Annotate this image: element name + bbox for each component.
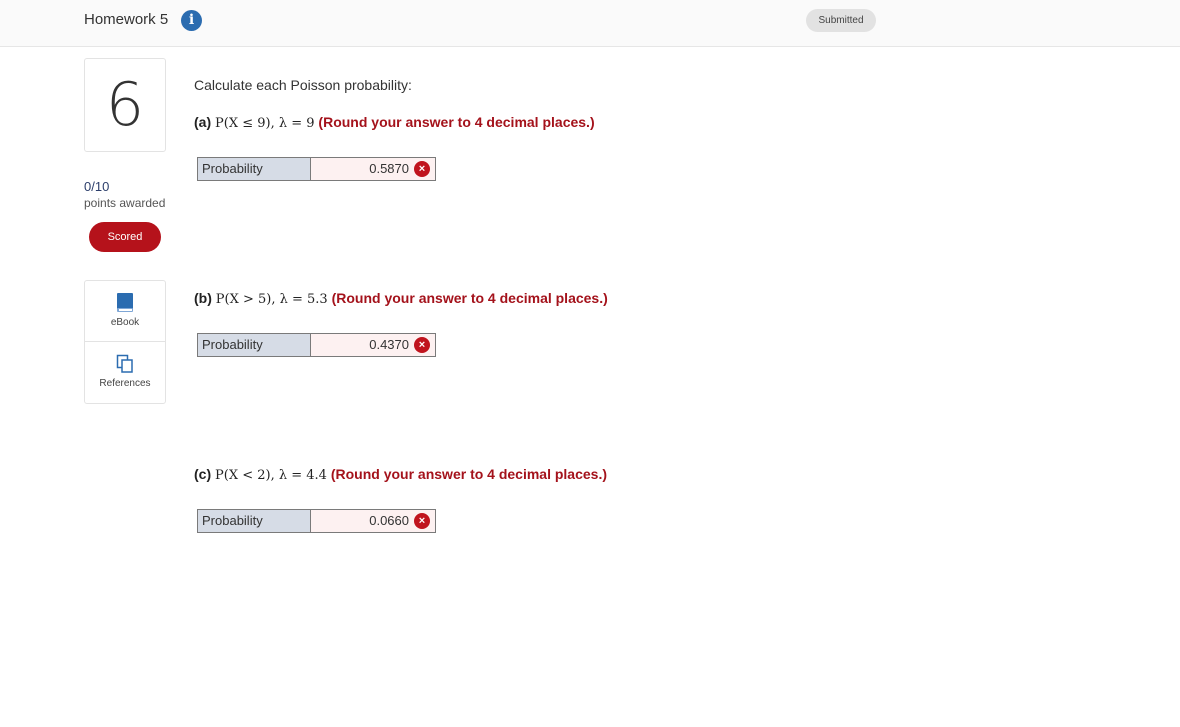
tools-panel: eBook References (84, 280, 166, 404)
part-c-answer-value: 0.0660 (369, 513, 409, 528)
assignment-title: Homework 5 (84, 11, 169, 28)
part-c-hint: (Round your answer to 4 decimal places.) (330, 466, 608, 482)
scored-button[interactable]: Scored (89, 222, 161, 252)
part-c-expression: P(X < 2), λ = 4.4 (215, 468, 327, 483)
part-b-answer-input[interactable]: 0.4370 × (311, 334, 435, 356)
book-icon (117, 293, 133, 312)
score-value: 0/10 (84, 179, 110, 194)
part-a-letter: (a) (194, 114, 212, 130)
part-b-expression: P(X > 5), λ = 5.3 (215, 292, 328, 307)
top-bar: Homework 5 i Submitted (0, 0, 1180, 47)
part-c-answer-row: Probability 0.0660 × (197, 509, 436, 533)
part-c-letter: (c) (194, 466, 212, 482)
part-a-answer-value: 0.5870 (369, 161, 409, 176)
points-awarded-label: points awarded (84, 196, 166, 210)
status-badge: Submitted (806, 9, 876, 32)
part-c-answer-label: Probability (198, 510, 311, 532)
part-b-answer-row: Probability 0.4370 × (197, 333, 436, 357)
part-a-hint: (Round your answer to 4 decimal places.) (318, 114, 595, 130)
part-b-prompt: (b) P(X > 5), λ = 5.3 (Round your answer… (194, 290, 608, 307)
part-b-hint: (Round your answer to 4 decimal places.) (331, 290, 608, 306)
incorrect-icon: × (414, 337, 430, 353)
info-icon[interactable]: i (181, 10, 202, 31)
incorrect-icon: × (414, 513, 430, 529)
part-a-answer-row: Probability 0.5870 × (197, 157, 436, 181)
ebook-label: eBook (110, 317, 140, 328)
references-button[interactable]: References (85, 342, 165, 402)
part-c-answer-input[interactable]: 0.0660 × (311, 510, 435, 532)
part-a-answer-input[interactable]: 0.5870 × (311, 158, 435, 180)
part-b-answer-value: 0.4370 (369, 337, 409, 352)
ebook-button[interactable]: eBook (85, 281, 165, 342)
part-a-answer-label: Probability (198, 158, 311, 180)
part-a-prompt: (a) P(X ≤ 9), λ = 9 (Round your answer t… (194, 114, 595, 131)
references-label: References (99, 378, 151, 389)
copy-icon (116, 354, 133, 373)
part-a-expression: P(X ≤ 9), λ = 9 (215, 116, 315, 131)
part-b-letter: (b) (194, 290, 212, 306)
part-b-answer-label: Probability (198, 334, 311, 356)
incorrect-icon: × (414, 161, 430, 177)
question-instruction: Calculate each Poisson probability: (194, 77, 412, 93)
part-c-prompt: (c) P(X < 2), λ = 4.4 (Round your answer… (194, 466, 607, 483)
question-number: 6 (84, 58, 166, 152)
